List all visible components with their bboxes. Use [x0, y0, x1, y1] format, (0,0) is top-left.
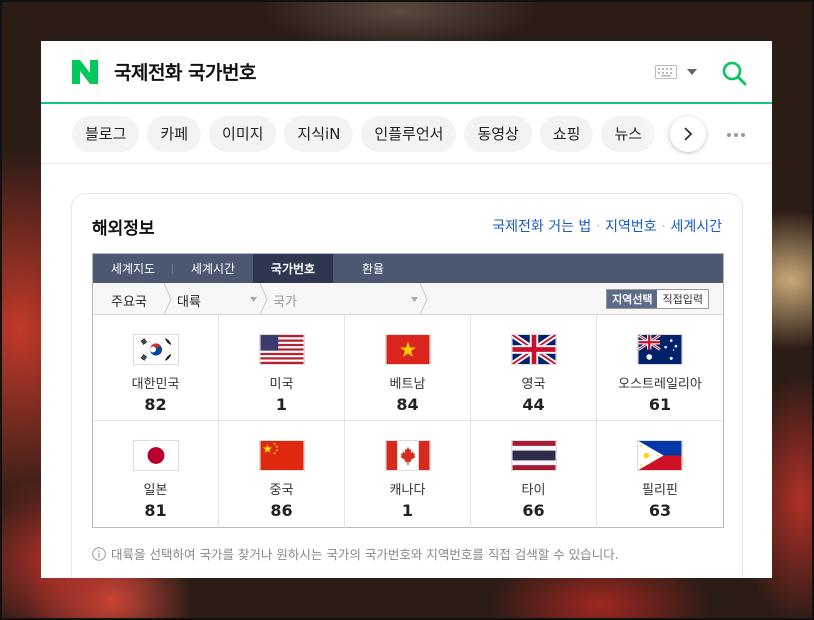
country-cell-korea[interactable]: 대한민국 82: [93, 315, 219, 421]
chevron-right-icon: [259, 283, 268, 315]
mode-direct-input-button[interactable]: 직접입력: [657, 290, 708, 308]
korea-flag-icon: [132, 334, 179, 365]
country-cell-philippines[interactable]: 필리핀 63: [597, 421, 723, 528]
link-separator: ·: [596, 219, 601, 233]
filter-main-countries[interactable]: 주요국: [111, 291, 147, 310]
country-name: 중국: [269, 483, 294, 498]
search-icon[interactable]: [721, 60, 747, 86]
country-code: 1: [275, 395, 288, 414]
search-header: 국제전화 국가번호: [41, 41, 772, 104]
country-code: 66: [522, 501, 545, 520]
filter-bar: 주요국 대륙 국가 지역선택 직접입력: [93, 283, 723, 315]
widget-tabs: 세계지도 세계시간 국가번호 환율: [93, 254, 723, 283]
tab-kin[interactable]: 지식iN: [284, 115, 354, 152]
country-cell-china[interactable]: 중국 86: [219, 421, 345, 528]
country-name: 오스트레일리아: [618, 377, 702, 392]
dropdown-arrow-icon[interactable]: [687, 69, 697, 76]
tab-shopping[interactable]: 쇼핑: [539, 115, 594, 152]
country-name: 영국: [521, 377, 546, 392]
country-cell-australia[interactable]: 오스트레일리아 61: [597, 315, 723, 421]
vietnam-flag-icon: [384, 334, 431, 365]
country-code: 63: [648, 501, 672, 520]
widget-tab-world-map[interactable]: 세계지도: [93, 254, 173, 283]
country-cell-usa[interactable]: 미국 1: [219, 315, 345, 421]
country-name: 필리핀: [642, 483, 678, 498]
country-cell-uk[interactable]: 영국 44: [471, 315, 597, 421]
country-cell-thailand[interactable]: 타이 66: [471, 421, 597, 528]
country-cell-canada[interactable]: 캐나다 1: [345, 421, 471, 528]
widget-tab-country-code[interactable]: 국가번호: [253, 254, 333, 283]
search-result-card: 국제전화 국가번호 블로그 카페 이미지 지식iN 인플루언서 동영상 쇼핑 뉴…: [41, 41, 772, 578]
country-code-widget: 세계지도 세계시간 국가번호 환율 주요국 대륙 국가 지역선택 직접입력 대한…: [92, 253, 724, 528]
dropdown-arrow-icon[interactable]: [411, 297, 418, 302]
japan-flag-icon: [132, 440, 179, 471]
overseas-info-panel: 해외정보 국제전화 거는 법 · 지역번호 · 세계시간 세계지도 세계시간 국…: [71, 193, 743, 578]
country-name: 미국: [269, 377, 294, 392]
country-code: 61: [648, 395, 672, 414]
philippines-flag-icon: [637, 440, 683, 471]
thailand-flag-icon: [510, 440, 557, 471]
widget-tab-exchange[interactable]: 환율: [333, 254, 413, 283]
country-code: 81: [144, 501, 167, 520]
info-icon: [92, 546, 106, 561]
country-code: 44: [522, 395, 545, 414]
australia-flag-icon: [637, 334, 683, 365]
search-tabs: 블로그 카페 이미지 지식iN 인플루언서 동영상 쇼핑 뉴스 쇼: [41, 104, 772, 164]
country-name: 타이: [521, 483, 546, 498]
link-how-to-call[interactable]: 국제전화 거는 법: [492, 216, 591, 236]
country-select[interactable]: 국가: [273, 291, 297, 310]
chevron-right-icon: [419, 283, 428, 315]
help-note-text: 대륙을 선택하여 국가를 찾거나 원하시는 국가의 국가번호와 지역번호를 직접…: [111, 547, 619, 562]
search-query[interactable]: 국제전화 국가번호: [114, 58, 256, 85]
country-cell-vietnam[interactable]: 베트남 84: [345, 315, 471, 421]
country-code: 82: [144, 395, 167, 414]
tabs-next-button[interactable]: [670, 116, 706, 152]
keyboard-icon[interactable]: [655, 65, 677, 79]
help-note: 대륙을 선택하여 국가를 찾거나 원하시는 국가의 국가번호와 지역번호를 직접…: [92, 544, 619, 563]
mode-toggle: 지역선택 직접입력: [606, 289, 709, 309]
link-area-codes[interactable]: 지역번호: [605, 216, 657, 236]
chevron-right-icon: [163, 283, 172, 315]
canada-flag-icon: [384, 440, 431, 471]
naver-logo-icon[interactable]: [72, 59, 98, 84]
country-code: 84: [396, 395, 419, 414]
tab-video[interactable]: 동영상: [464, 115, 532, 152]
country-name: 일본: [143, 483, 168, 498]
country-code: 1: [401, 501, 414, 520]
link-world-time[interactable]: 세계시간: [670, 216, 722, 236]
more-icon[interactable]: [726, 132, 746, 138]
china-flag-icon: [258, 440, 305, 471]
tab-blog[interactable]: 블로그: [72, 115, 140, 152]
usa-flag-icon: [258, 334, 305, 365]
uk-flag-icon: [510, 334, 557, 365]
country-name: 캐나다: [389, 483, 426, 498]
country-grid: 대한민국 82 미국 1 베트남 84 영국 44 오스트레일리아 61 일본 …: [93, 315, 723, 528]
chevron-right-icon: [684, 127, 693, 141]
panel-links: 국제전화 거는 법 · 지역번호 · 세계시간: [492, 216, 722, 236]
widget-tab-world-time[interactable]: 세계시간: [173, 254, 253, 283]
tab-influencer[interactable]: 인플루언서: [361, 115, 457, 152]
dropdown-arrow-icon[interactable]: [250, 297, 257, 302]
tab-images[interactable]: 이미지: [209, 115, 277, 152]
country-cell-japan[interactable]: 일본 81: [93, 421, 219, 528]
tab-cafe[interactable]: 카페: [147, 115, 202, 152]
country-code: 86: [270, 501, 293, 520]
country-name: 대한민국: [131, 377, 180, 392]
panel-title: 해외정보: [92, 219, 155, 239]
country-name: 베트남: [389, 377, 426, 392]
mode-region-select-button[interactable]: 지역선택: [607, 290, 658, 308]
continent-select[interactable]: 대륙: [177, 291, 201, 310]
link-separator: ·: [661, 219, 666, 233]
